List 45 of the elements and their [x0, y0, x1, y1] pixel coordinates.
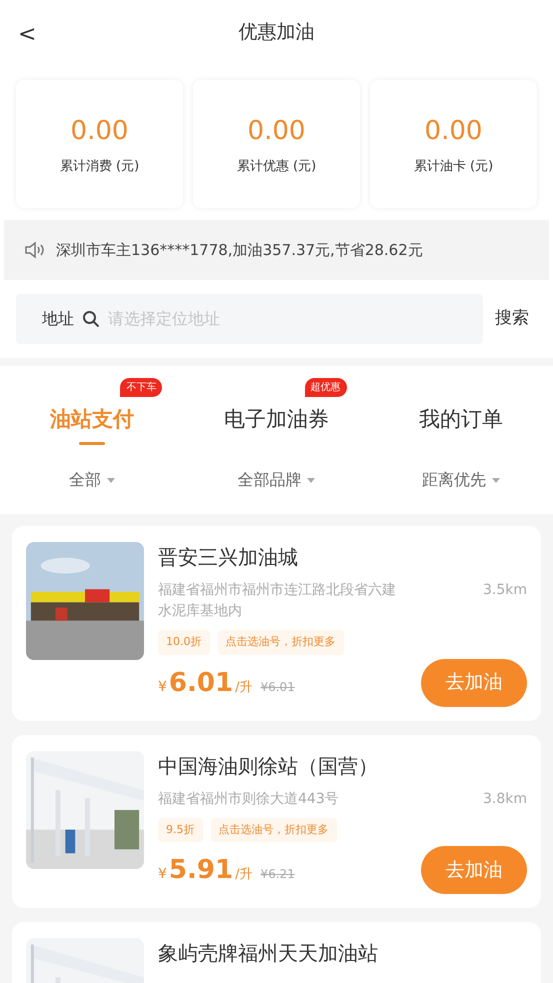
stat-value: 0.00 [424, 114, 482, 148]
original-price: ¥6.21 [260, 866, 295, 883]
promo-tag: 点击选油号，折扣更多 [210, 818, 336, 842]
back-button[interactable]: < [18, 18, 36, 51]
caret-icon [492, 478, 500, 482]
tab[interactable]: 我的订单 [418, 404, 503, 436]
search-button[interactable]: 搜索 [495, 306, 537, 332]
filter-dropdown[interactable]: 全部 [0, 468, 184, 492]
stat-label: 累计油卡 (元) [414, 158, 494, 176]
discount-tag: 10.0折 [158, 630, 210, 654]
tab-badge: 超优惠 [304, 378, 347, 397]
stat-label: 累计优惠 (元) [236, 158, 316, 176]
caret-icon [307, 478, 316, 482]
speaker-icon [24, 240, 46, 260]
search-icon [82, 310, 100, 328]
stat-value: 0.00 [70, 114, 128, 148]
discount-tag: 9.5折 [158, 818, 202, 842]
station-name: 象屿壳牌福州天天加油站 [158, 940, 379, 967]
price: 6.01 [168, 666, 234, 700]
stat-value: 0.00 [248, 114, 306, 148]
price-unit: /升 [235, 678, 252, 696]
tab-badge: 不下车 [120, 378, 162, 397]
price-unit: /升 [235, 866, 252, 884]
price: 5.91 [168, 854, 234, 887]
currency-sign: ¥ [158, 678, 167, 696]
stat-label: 累计消费 (元) [60, 158, 140, 176]
station-distance: 3.5km [482, 581, 527, 600]
notice-text: 深圳市车主136****1778,加油357.37元,节省28.62元 [56, 240, 423, 261]
station-address: 福建省福州市则徐大道443号 [158, 790, 340, 808]
filter-dropdown[interactable]: 全部品牌 [184, 468, 369, 492]
station-address: 福建省福州市福州市连江路北段省六建水泥库基地内 [158, 581, 397, 621]
station-name: 晋安三兴加油城 [158, 544, 299, 571]
station-card[interactable]: 晋安三兴加油城 福建省福州市福州市连江路北段省六建水泥库基地内 3.5km 10.0折 点击选油号，折扣更多 ¥6.01/升 ¥6.01 去加油 [12, 526, 541, 720]
caret-icon [107, 478, 116, 482]
tab[interactable]: 电子加油券 [224, 404, 329, 436]
station-name: 中国海油则徐站（国营） [158, 752, 379, 780]
promo-tag: 点击选油号，折扣更多 [218, 630, 344, 654]
station-card[interactable]: 中国海油则徐站（国营） 福建省福州市则徐大道443号 3.8km 9.5折 点击选油号，折扣更多 ¥5.91/升 ¥6.21 去加油 [12, 734, 541, 908]
station-distance: 3.8km [482, 790, 527, 808]
station-card[interactable]: 象屿壳牌福州天天加油站 [12, 922, 541, 983]
page-title: 优惠加油 [238, 20, 314, 46]
filter-dropdown[interactable]: 距离优先 [368, 468, 553, 492]
original-price: ¥6.01 [260, 678, 295, 696]
currency-sign: ¥ [158, 865, 167, 884]
address-label: 地址 [42, 308, 74, 330]
